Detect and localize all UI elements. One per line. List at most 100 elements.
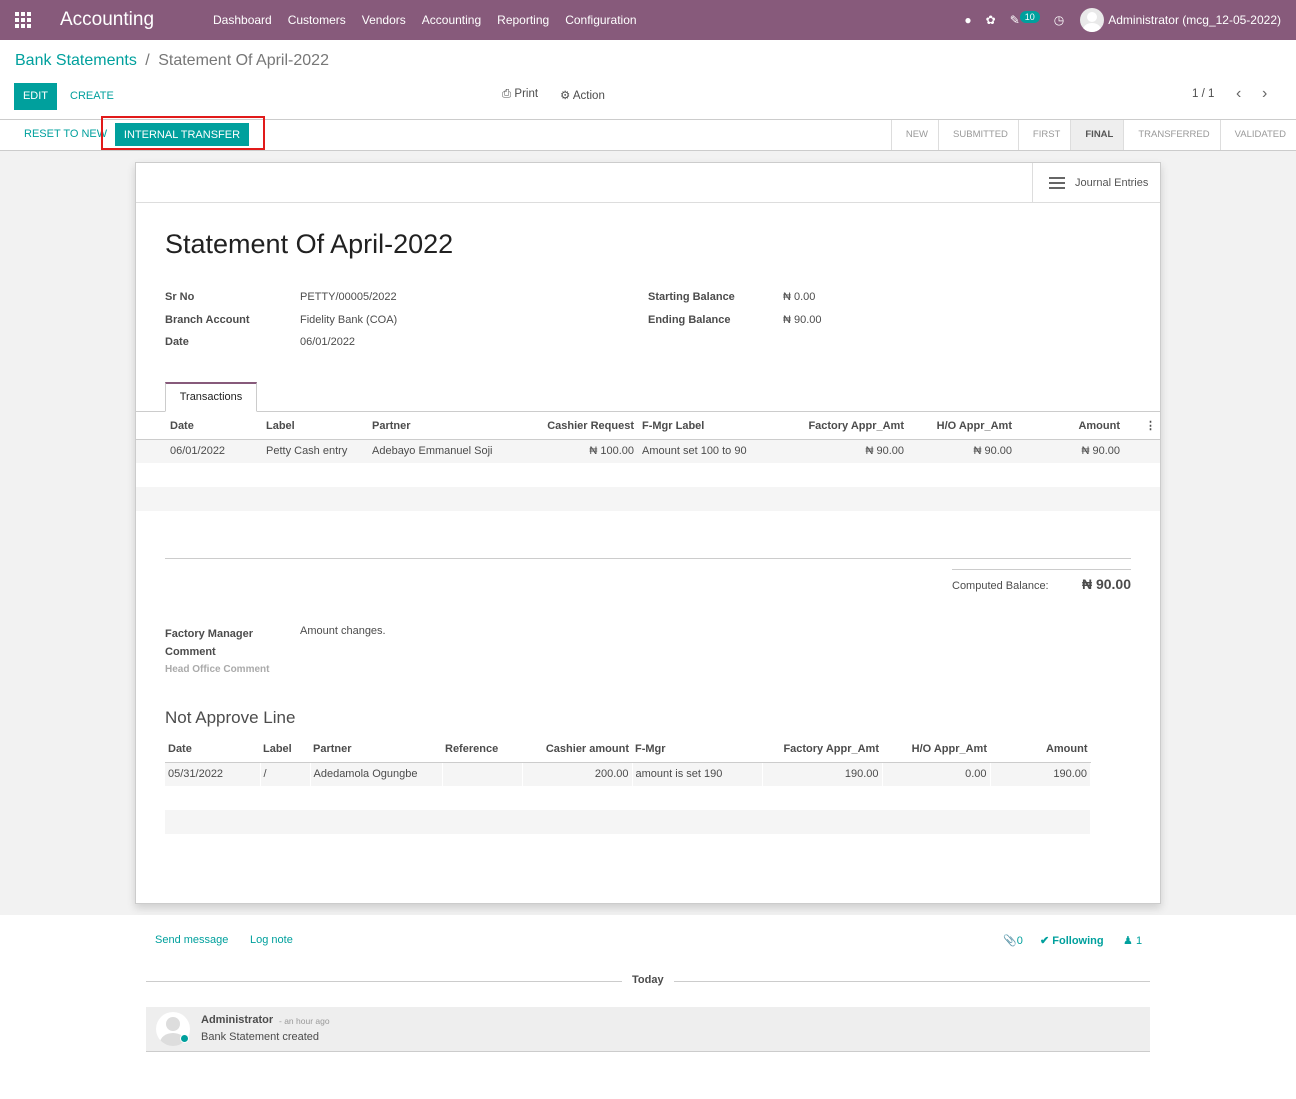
internal-transfer-button[interactable]: INTERNAL TRANSFER <box>115 123 249 146</box>
sr-no-label: Sr No <box>165 291 195 303</box>
breadcrumb: Bank Statements / Statement Of April-202… <box>15 52 329 70</box>
following-button[interactable]: ✔ Following <box>1040 934 1104 947</box>
col-partner[interactable]: Partner <box>368 413 528 440</box>
table-row[interactable]: 05/31/2022 / Adedamola Ogungbe 200.00 am… <box>165 762 1091 786</box>
stage-validated[interactable]: VALIDATED <box>1219 120 1296 150</box>
print-button[interactable]: ⎙ Print <box>502 88 538 101</box>
col-fmgr-label[interactable]: F-Mgr Label <box>638 413 778 440</box>
col-factory-appr[interactable]: Factory Appr_Amt <box>778 413 908 440</box>
col-ho-appr[interactable]: H/O Appr_Amt <box>908 413 1016 440</box>
empty-row <box>165 810 1091 834</box>
pager-value[interactable]: 1 / 1 <box>1192 88 1214 100</box>
user-avatar[interactable] <box>1080 8 1105 32</box>
not-approve-title: Not Approve Line <box>165 708 296 727</box>
button-box: Journal Entries <box>136 163 1160 203</box>
form-sheet: Journal Entries Statement Of April-2022 … <box>135 162 1161 904</box>
col-amount[interactable]: Amount <box>990 737 1091 763</box>
message-author[interactable]: Administrator <box>201 1014 273 1026</box>
apps-menu-icon[interactable] <box>15 12 31 28</box>
breadcrumb-parent[interactable]: Bank Statements <box>15 52 137 69</box>
col-ho-appr[interactable]: H/O Appr_Amt <box>882 737 990 763</box>
cell-reference <box>442 762 523 786</box>
message-body: Bank Statement created <box>201 1031 320 1043</box>
record-title: Statement Of April-2022 <box>165 229 454 259</box>
bug-icon[interactable]: ✿ <box>986 13 996 27</box>
cell-partner: Adedamola Ogungbe <box>310 762 443 786</box>
cell-ho-appr: ₦ 90.00 <box>908 439 1016 463</box>
menu-customers[interactable]: Customers <box>280 0 354 40</box>
ending-balance-label: Ending Balance <box>648 314 731 326</box>
date-label: Date <box>165 336 189 348</box>
menu-accounting[interactable]: Accounting <box>414 0 489 40</box>
stage-new[interactable]: NEW <box>890 120 938 150</box>
optional-columns-icon[interactable]: ⋮ <box>1124 413 1160 440</box>
empty-row <box>165 786 1091 810</box>
check-icon: ✔ <box>1040 935 1050 947</box>
col-partner[interactable]: Partner <box>310 737 442 763</box>
breadcrumb-current: Statement Of April-2022 <box>158 52 329 69</box>
journal-entries-button[interactable]: Journal Entries <box>1032 163 1160 203</box>
spacer-cell <box>136 439 166 463</box>
create-button[interactable]: CREATE <box>70 83 114 110</box>
col-amount[interactable]: Amount <box>1016 413 1124 440</box>
tab-transactions[interactable]: Transactions <box>165 382 257 412</box>
stage-pipeline: NEW SUBMITTED FIRST FINAL TRANSFERRED VA… <box>890 120 1296 150</box>
date-value: 06/01/2022 <box>300 336 356 348</box>
bars-icon <box>1049 177 1065 189</box>
print-icon: ⎙ <box>502 88 512 100</box>
col-reference[interactable]: Reference <box>442 737 522 763</box>
user-menu[interactable]: Administrator (mcg_12-05-2022) <box>1108 13 1281 27</box>
divider <box>952 569 1131 570</box>
menu-reporting[interactable]: Reporting <box>489 0 557 40</box>
divider <box>165 558 1131 559</box>
col-label[interactable]: Label <box>262 413 368 440</box>
cell-label: Petty Cash entry <box>262 439 368 463</box>
branch-value[interactable]: Fidelity Bank (COA) <box>300 314 397 326</box>
gear-icon: ⚙ <box>560 90 571 102</box>
cell-ho-appr: 0.00 <box>882 762 991 786</box>
starting-balance-label: Starting Balance <box>648 291 735 303</box>
chat-icon[interactable]: ✎ 10 <box>1010 11 1040 27</box>
chevron-right-icon[interactable]: › <box>1262 85 1267 103</box>
clock-icon[interactable]: ◷ <box>1054 13 1064 27</box>
computed-balance-label: Computed Balance: <box>952 580 1049 592</box>
cell-date: 06/01/2022 <box>166 439 262 463</box>
spacer-cell <box>1124 439 1160 463</box>
menu-vendors[interactable]: Vendors <box>354 0 414 40</box>
col-date[interactable]: Date <box>166 413 262 440</box>
stage-transferred[interactable]: TRANSFERRED <box>1123 120 1219 150</box>
col-label[interactable]: Label <box>260 737 310 763</box>
stage-first[interactable]: FIRST <box>1017 120 1070 150</box>
attachments-button[interactable]: 📎0 <box>1003 934 1023 947</box>
journal-entries-label: Journal Entries <box>1075 177 1149 189</box>
branch-label: Branch Account <box>165 314 250 326</box>
reset-to-new-button[interactable]: RESET TO NEW <box>24 128 107 140</box>
col-fmgr[interactable]: F-Mgr <box>632 737 762 763</box>
col-date[interactable]: Date <box>165 737 260 763</box>
today-label: Today <box>622 974 674 986</box>
edit-button[interactable]: EDIT <box>14 83 57 110</box>
action-button[interactable]: ⚙ Action <box>560 88 605 102</box>
menu-configuration[interactable]: Configuration <box>557 0 644 40</box>
spacer-cell <box>136 413 166 440</box>
follower-count: 1 <box>1135 935 1143 947</box>
transactions-table: Date Label Partner Cashier Request F-Mgr… <box>136 413 1160 511</box>
attachment-count: 0 <box>1016 935 1023 947</box>
stage-submitted[interactable]: SUBMITTED <box>938 120 1018 150</box>
starting-balance-value: ₦ 0.00 <box>783 291 816 303</box>
app-title[interactable]: Accounting <box>60 9 154 31</box>
stage-final[interactable]: FINAL <box>1070 120 1124 150</box>
send-message-button[interactable]: Send message <box>155 934 228 946</box>
status-bar: RESET TO NEW INTERNAL TRANSFER NEW SUBMI… <box>0 116 1296 151</box>
globe-icon[interactable]: ● <box>964 13 971 27</box>
col-factory-appr[interactable]: Factory Appr_Amt <box>762 737 882 763</box>
col-cashier-amount[interactable]: Cashier amount <box>522 737 632 763</box>
table-row[interactable]: 06/01/2022 Petty Cash entry Adebayo Emma… <box>136 439 1160 463</box>
chevron-left-icon[interactable]: ‹ <box>1236 85 1241 103</box>
followers-button[interactable]: ♟ 1 <box>1123 934 1142 947</box>
col-cashier-request[interactable]: Cashier Request <box>528 413 638 440</box>
menu-dashboard[interactable]: Dashboard <box>205 0 280 40</box>
cell-date: 05/31/2022 <box>165 762 261 786</box>
log-note-button[interactable]: Log note <box>250 934 293 946</box>
user-icon: ♟ <box>1123 935 1133 947</box>
